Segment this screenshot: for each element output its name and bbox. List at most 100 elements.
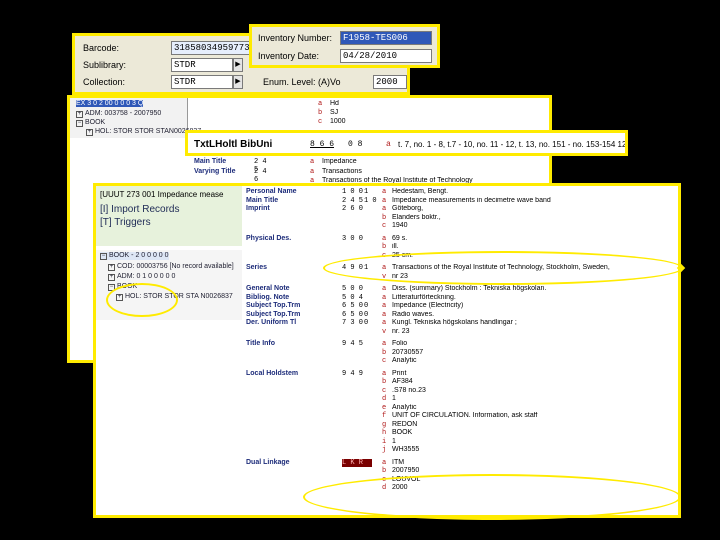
subfield-value-11-5[interactable]: UNIT OF CIRCULATION. Information, ask st… (392, 412, 676, 419)
subfield-code-7-0: a (382, 302, 387, 310)
subfield-value-9-0[interactable]: Kungl. Tekniska högskolans handlingar ; (392, 319, 676, 326)
subfield-code-10-0: a (382, 340, 387, 348)
back-field-varying-title: Varying Title (194, 168, 236, 175)
bib-banner-ind: 0 8 (348, 140, 363, 149)
field-indicator-0[interactable]: 1 (364, 188, 368, 196)
tree-item-record[interactable]: [UUUT 273 001 Impedance mease (100, 190, 240, 199)
sublibrary-dropdown-button[interactable]: ▶ (233, 58, 243, 72)
subfield-value-11-3[interactable]: 1 (392, 395, 676, 402)
field-name-1[interactable]: Main Title (246, 197, 338, 204)
subfield-value-12-0[interactable]: ITM (392, 459, 676, 466)
subfield-value-8-0[interactable]: Radio waves. (392, 311, 676, 318)
subfield-value-10-2[interactable]: Analytic (392, 357, 676, 364)
subfield-value-2-1[interactable]: Elanders boktr., (392, 214, 676, 221)
highlight-oval-hol-link (106, 283, 178, 317)
bib-banner-tag: 8 6 6 (310, 140, 335, 149)
subfield-value-7-0[interactable]: Impedance (Electricity) (392, 302, 676, 309)
subfield-value-0-0[interactable]: Hedestam, Bengt. (392, 188, 676, 195)
field-tag-6[interactable]: 5 0 4 (342, 294, 372, 302)
subfield-value-6-0[interactable]: Litteraturförteckning. (392, 294, 676, 301)
field-name-3[interactable]: Physical Des. (246, 235, 338, 242)
back-val-b: SJ (330, 109, 339, 116)
subfield-value-11-2[interactable]: .S78 no.23 (392, 387, 676, 394)
subfield-value-11-0[interactable]: Print (392, 370, 676, 377)
field-tag-2[interactable]: 2 6 0 (342, 205, 372, 213)
subfield-code-11-7: h (382, 429, 387, 437)
field-tag-10[interactable]: 9 4 5 (342, 340, 372, 348)
back-val-c: 1000 (330, 118, 346, 125)
subfield-value-12-1[interactable]: 2007950 (392, 467, 676, 474)
subfield-code-3-0: a (382, 234, 387, 243)
field-name-11[interactable]: Local Holdstem (246, 370, 338, 377)
subfield-code-10-2: c (382, 357, 387, 365)
subfield-value-11-8[interactable]: 1 (392, 438, 676, 445)
subfield-code-11-6: g (382, 420, 387, 429)
field-tag-11[interactable]: 9 4 9 (342, 370, 372, 378)
back-sub-main-title: a (310, 158, 315, 166)
back-tree-root[interactable]: EX 3 0 2 00 0 0 0 3 Q (76, 100, 144, 107)
front-tree-book-root[interactable]: − BOOK - 2 0 0 0 0 0 (100, 252, 169, 260)
field-name-7[interactable]: Subject Top.Trm (246, 302, 338, 309)
front-tree-adm[interactable]: + ADM: 0 1 0 0 0 0 0 (108, 273, 175, 281)
subfield-value-3-0[interactable]: 69 s. (392, 235, 676, 242)
back-tree-pane: EX 3 0 2 00 0 0 0 3 Q + ADM: 003758 - 200… (70, 98, 201, 138)
field-name-0[interactable]: Personal Name (246, 188, 338, 195)
inventory-date-field[interactable]: 04/28/2010 (340, 49, 432, 63)
subfield-code-11-1: b (382, 378, 387, 386)
collection-label: Collection: (83, 77, 126, 87)
subfield-value-10-0[interactable]: Folio (392, 340, 676, 347)
field-indicator-1[interactable]: 1 0 (364, 197, 377, 205)
subfield-value-1-0[interactable]: Impedance measurements in decimetre wave… (392, 197, 676, 204)
subfield-value-11-6[interactable]: REDON (392, 421, 676, 428)
back-val-main-title: Impedance (322, 158, 357, 165)
subfield-code-11-3: d (382, 395, 387, 403)
field-indicator-7[interactable]: 0 (364, 302, 368, 310)
subfield-code-11-9: j (382, 446, 387, 454)
field-name-8[interactable]: Subject Top.Trm (246, 311, 338, 318)
field-name-2[interactable]: Imprint (246, 205, 338, 212)
back-tree-adm[interactable]: + ADM: 003758 - 2007950 (76, 110, 161, 118)
inventory-panel: Inventory Number: F1958-TES006 Inventory… (249, 24, 440, 68)
field-indicator-9[interactable]: 0 (364, 319, 368, 327)
subfield-value-2-2[interactable]: 1940 (392, 222, 676, 229)
front-catalog-window: [UUUT 273 001 Impedance mease [I] Import… (93, 183, 681, 518)
field-tag-3[interactable]: 3 0 0 (342, 235, 372, 243)
field-name-10[interactable]: Title Info (246, 340, 338, 347)
sublibrary-field[interactable]: STDR (171, 58, 233, 72)
subfield-value-11-4[interactable]: Analytic (392, 404, 676, 411)
subfield-value-3-1[interactable]: ill. (392, 243, 676, 250)
subfield-value-11-1[interactable]: AF384 (392, 378, 676, 385)
collection-dropdown-button[interactable]: ▶ (233, 75, 243, 89)
subfield-code-11-8: i (382, 437, 387, 446)
field-indicator-8[interactable]: 0 (364, 311, 368, 319)
tree-item-triggers[interactable]: [T] Triggers (100, 217, 151, 228)
subfield-value-5-0[interactable]: Diss. (summary) Stockholm : Tekniska hög… (392, 285, 676, 292)
back-tree-hol[interactable]: + HOL: STOR STOR STAN0026837 (86, 128, 201, 136)
back-sub-a: a (318, 100, 323, 108)
barcode-label: Barcode: (83, 43, 120, 53)
back-tag-varying-title: 2 4 6 (254, 168, 267, 184)
subfield-value-10-1[interactable]: 20730557 (392, 349, 676, 356)
subfield-code-9-0: a (382, 319, 387, 327)
subfield-value-11-7[interactable]: BOOK (392, 429, 676, 436)
field-tag-12[interactable]: L K R (342, 458, 372, 467)
back-val-a: Hd (330, 100, 339, 107)
back-tree-book[interactable]: − BOOK (76, 119, 105, 127)
field-name-12[interactable]: Dual Linkage (246, 459, 338, 466)
front-tree-cod[interactable]: + COD: 00003756 [No record available] (108, 263, 234, 271)
collection-field[interactable]: STDR (171, 75, 233, 89)
enum-level-field[interactable]: 2000 (373, 75, 407, 89)
inventory-number-field[interactable]: F1958-TES006 (340, 31, 432, 45)
subfield-code-8-0: a (382, 310, 387, 319)
subfield-value-9-1[interactable]: nr. 23 (392, 328, 676, 335)
back-val-varying-title: Transactions (322, 168, 362, 175)
field-name-6[interactable]: Bibliog. Note (246, 294, 338, 301)
field-name-9[interactable]: Der. Uniform Tl (246, 319, 338, 326)
tree-item-import-records[interactable]: [I] Import Records (100, 204, 179, 215)
field-name-5[interactable]: General Note (246, 285, 338, 292)
subfield-value-2-0[interactable]: Göteborg, (392, 205, 676, 212)
subfield-value-11-9[interactable]: WH3555 (392, 446, 676, 453)
front-record-editor: Personal Name 1 0 0 1 a Hedestam, Bengt. Main… (246, 186, 678, 515)
field-tag-5[interactable]: 5 0 0 (342, 285, 372, 293)
highlight-oval-series (323, 251, 683, 285)
